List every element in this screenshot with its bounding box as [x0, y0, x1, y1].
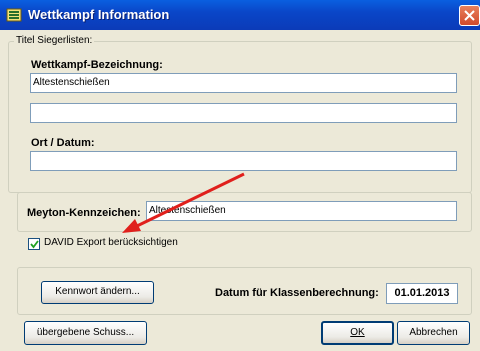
title-bar: Wettkampf Information [0, 0, 480, 30]
ok-button[interactable]: OK [321, 321, 394, 345]
david-export-checkbox[interactable] [28, 238, 40, 250]
checkmark-icon [30, 240, 39, 249]
close-button[interactable] [459, 5, 480, 26]
titles-group-legend: Titel Siegerlisten: [14, 35, 95, 46]
window-title: Wettkampf Information [28, 7, 170, 22]
david-export-label[interactable]: DAVID Export berücksichtigen [44, 237, 178, 248]
klassen-datum-label: Datum für Klassenberechnung: [215, 287, 379, 299]
close-icon [464, 10, 475, 21]
ort-datum-label: Ort / Datum: [31, 137, 95, 149]
wettkampf-bezeichnung-line2-input[interactable] [30, 103, 457, 123]
wettkampf-bezeichnung-line1-input[interactable]: Altestenschießen [30, 73, 457, 93]
ort-datum-input[interactable] [30, 151, 457, 171]
cancel-label: Abbrechen [409, 327, 458, 338]
klassen-datum-input[interactable]: 01.01.2013 [386, 283, 458, 304]
uebergebene-schuss-button[interactable]: übergebene Schuss... [24, 321, 147, 345]
dialog-body: Titel Siegerlisten: Wettkampf-Bezeichnun… [0, 30, 480, 351]
cancel-button[interactable]: Abbrechen [397, 321, 470, 345]
app-icon [6, 8, 22, 22]
change-password-button[interactable]: Kennwort ändern... [41, 281, 154, 304]
ok-label: OK [350, 327, 365, 338]
meyton-kennzeichen-label: Meyton-Kennzeichen: [27, 207, 141, 219]
meyton-kennzeichen-input[interactable]: Altestenschießen [146, 201, 457, 221]
wettkampf-bezeichnung-label: Wettkampf-Bezeichnung: [31, 59, 163, 71]
